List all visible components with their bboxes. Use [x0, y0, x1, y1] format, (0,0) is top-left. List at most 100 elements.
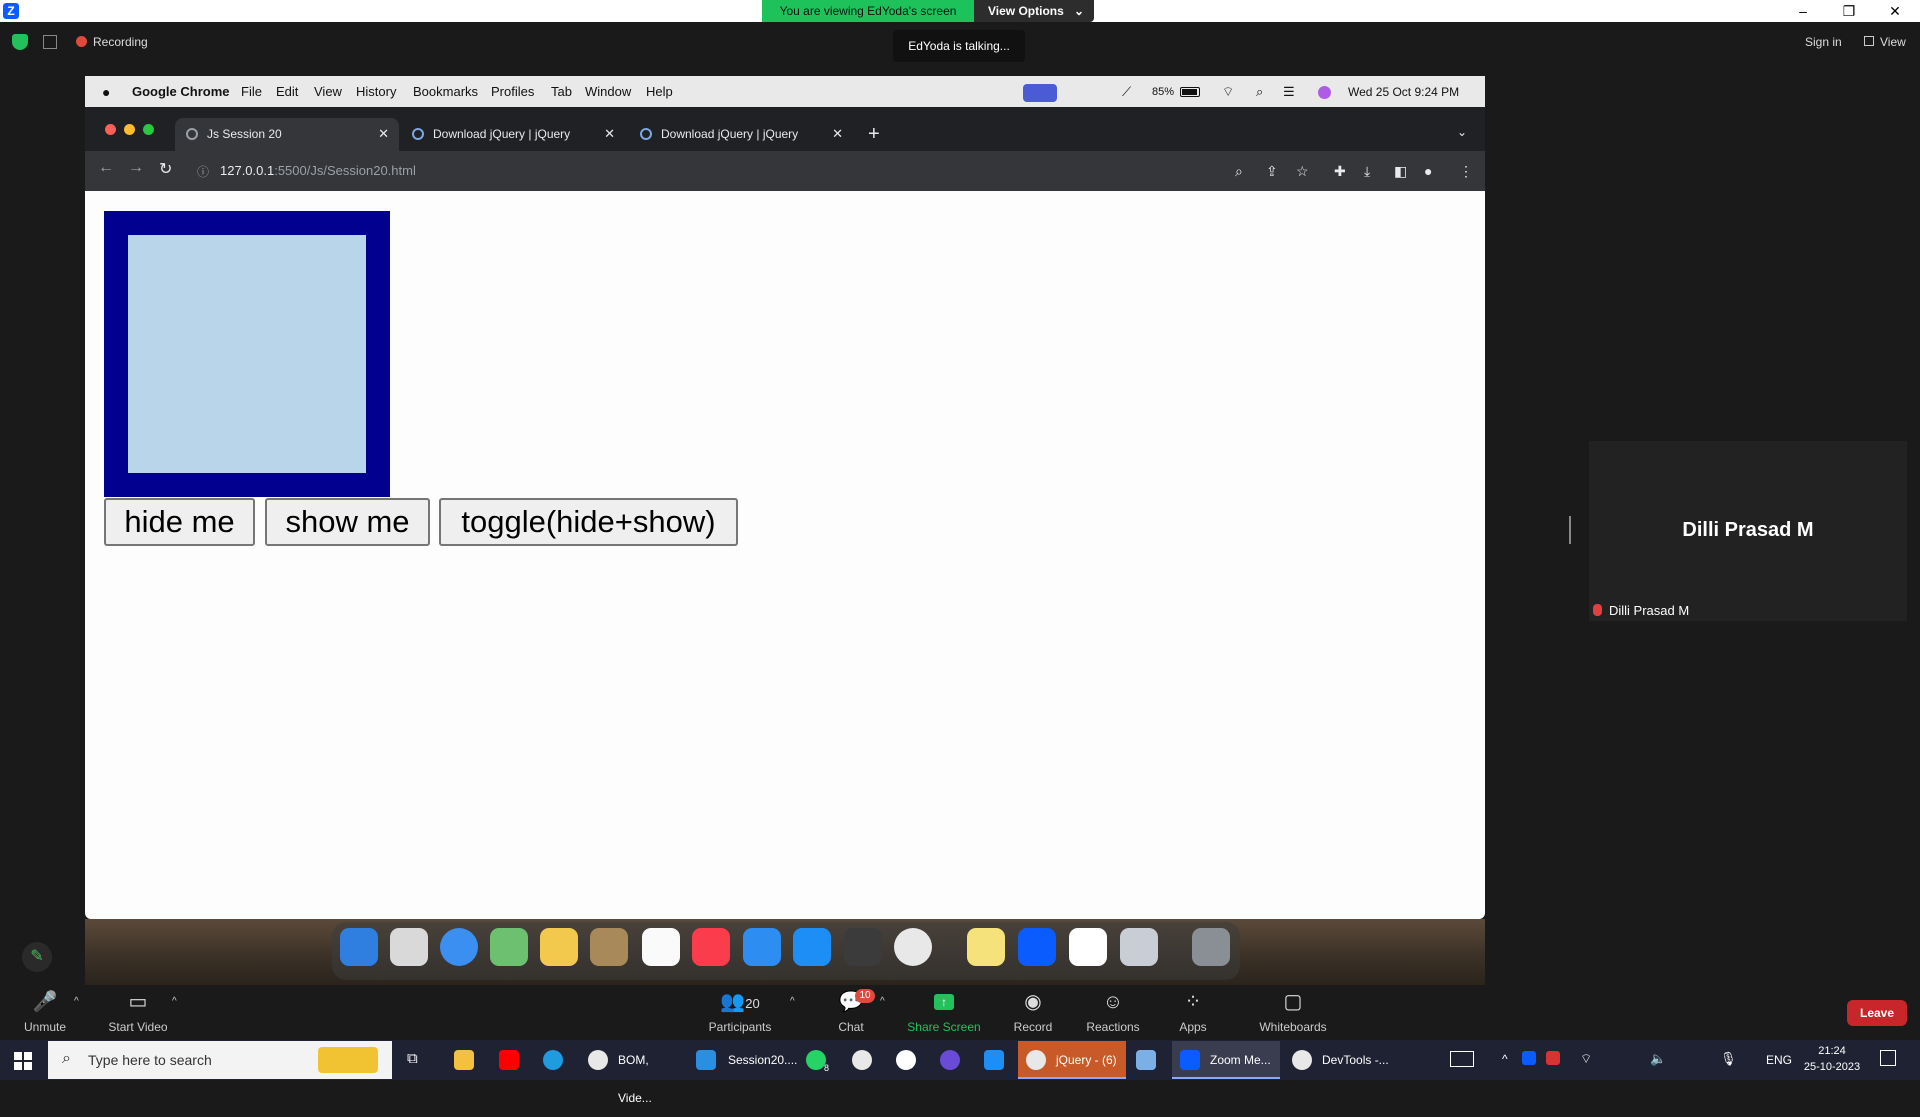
safari-icon[interactable]: [440, 928, 478, 966]
address-bar[interactable]: 127.0.0.1:5500/Js/Session20.html: [220, 163, 416, 178]
vscode-icon[interactable]: [1069, 928, 1107, 966]
zoom-app-icon[interactable]: [1018, 928, 1056, 966]
tab-close-icon[interactable]: ✕: [378, 126, 389, 142]
back-icon[interactable]: ←: [98, 159, 114, 177]
menu-edit[interactable]: Edit: [276, 84, 298, 99]
side-panel-icon[interactable]: ◧: [1394, 163, 1407, 180]
apple-icon[interactable]: ●: [102, 84, 110, 100]
siri-icon[interactable]: [1318, 86, 1331, 99]
finder-icon[interactable]: [340, 928, 378, 966]
minimize-icon[interactable]: –: [1780, 0, 1826, 22]
youtube-icon[interactable]: [499, 1050, 519, 1070]
whiteboards-button[interactable]: ▢ Whiteboards: [1243, 990, 1343, 1036]
close-icon[interactable]: ✕: [1872, 0, 1918, 22]
reload-icon[interactable]: ↻: [159, 159, 172, 179]
show-me-button[interactable]: show me: [265, 498, 430, 546]
file-explorer-icon[interactable]: [454, 1050, 474, 1070]
zoom-lens-icon[interactable]: ⌕: [1235, 163, 1243, 180]
edge-icon[interactable]: [543, 1050, 563, 1070]
sublime-icon[interactable]: [844, 928, 882, 966]
participants-options-icon[interactable]: ^: [790, 996, 795, 1007]
music-icon[interactable]: [692, 928, 730, 966]
notifications-icon[interactable]: [1880, 1050, 1896, 1066]
wifi-icon[interactable]: ⌔: [1222, 84, 1234, 100]
hide-me-button[interactable]: hide me: [104, 498, 255, 546]
windows-start-icon[interactable]: [14, 1052, 32, 1070]
video-options-icon[interactable]: ^: [172, 996, 177, 1007]
apps-button[interactable]: ⁘ Apps: [1153, 990, 1233, 1036]
unmute-button[interactable]: 🎤 Unmute: [5, 990, 85, 1036]
zoom-window-icon[interactable]: [143, 124, 154, 135]
shield-icon[interactable]: [12, 34, 28, 50]
maps-icon[interactable]: [490, 928, 528, 966]
bookmark-star-icon[interactable]: ☆: [1296, 163, 1309, 180]
control-center-icon[interactable]: ☰: [1283, 84, 1295, 100]
chrome-icon[interactable]: [852, 1050, 872, 1070]
menu-view[interactable]: View: [314, 84, 342, 99]
launchpad-icon[interactable]: [390, 928, 428, 966]
app-store-icon[interactable]: [793, 928, 831, 966]
preview-icon[interactable]: [1120, 928, 1158, 966]
minimize-window-icon[interactable]: [124, 124, 135, 135]
view-options-button[interactable]: View Options ⌄: [974, 0, 1094, 22]
keyboard-icon[interactable]: [1450, 1051, 1474, 1067]
notepad-icon[interactable]: [1136, 1050, 1156, 1070]
tray-mic-icon[interactable]: 🎙: [1720, 1051, 1737, 1067]
language-indicator[interactable]: ENG: [1766, 1053, 1792, 1067]
new-tab-icon[interactable]: +: [868, 123, 880, 146]
share-screen-button[interactable]: ↑ Share Screen: [904, 990, 984, 1036]
tab-search-icon[interactable]: ⌄: [1457, 125, 1467, 139]
mail-icon[interactable]: [984, 1050, 1004, 1070]
photos-icon[interactable]: [540, 928, 578, 966]
menu-tab[interactable]: Tab: [551, 84, 572, 99]
tab-jquery-1[interactable]: Download jQuery | jQuery ✕: [401, 118, 625, 151]
notes-icon[interactable]: [967, 928, 1005, 966]
audio-options-icon[interactable]: ^: [74, 996, 79, 1007]
more-menu-icon[interactable]: ⋮: [1459, 163, 1473, 180]
whatsapp-icon[interactable]: [806, 1050, 826, 1070]
chat-button[interactable]: 💬 Chat: [811, 990, 891, 1036]
annotate-pencil-icon[interactable]: ✎: [22, 942, 52, 972]
menu-app-name[interactable]: Google Chrome: [132, 84, 230, 99]
leave-button[interactable]: Leave: [1847, 1000, 1907, 1026]
site-info-icon[interactable]: ⓘ: [197, 163, 209, 180]
trash-icon[interactable]: [1192, 928, 1230, 966]
tray-chevron-icon[interactable]: ^: [1502, 1052, 1508, 1066]
tray-record-icon[interactable]: [1546, 1051, 1560, 1065]
task-view-icon[interactable]: ⧉: [407, 1050, 418, 1067]
reactions-button[interactable]: ☺ Reactions: [1073, 990, 1153, 1036]
menu-window[interactable]: Window: [585, 84, 631, 99]
chrome-icon[interactable]: [894, 928, 932, 966]
toggle-button[interactable]: toggle(hide+show): [439, 498, 738, 546]
menu-help[interactable]: Help: [646, 84, 673, 99]
restore-icon[interactable]: ❐: [1826, 0, 1872, 22]
view-button[interactable]: View: [1880, 35, 1906, 49]
tab-close-icon[interactable]: ✕: [604, 126, 615, 142]
tray-wifi-icon[interactable]: ⌔: [1580, 1051, 1592, 1067]
keynote-icon[interactable]: [743, 928, 781, 966]
screen-share-icon[interactable]: [1023, 84, 1057, 102]
assistant-icon[interactable]: [940, 1050, 960, 1070]
sign-in-button[interactable]: Sign in: [1805, 35, 1842, 49]
menu-bookmarks[interactable]: Bookmarks: [413, 84, 478, 99]
tray-volume-icon[interactable]: 🔈: [1650, 1051, 1666, 1067]
extensions-icon[interactable]: ✚: [1334, 163, 1346, 180]
search-icon[interactable]: ⌕: [1256, 84, 1263, 100]
menu-profiles[interactable]: Profiles: [491, 84, 534, 99]
tray-zoom-icon[interactable]: [1522, 1051, 1536, 1065]
chat-options-icon[interactable]: ^: [880, 996, 885, 1007]
taskbar-clock[interactable]: 21:24 25-10-2023: [1800, 1043, 1864, 1075]
github-icon[interactable]: [896, 1050, 916, 1070]
download-icon[interactable]: ⤓: [1364, 163, 1370, 180]
participants-button[interactable]: 👥20 Participants: [700, 990, 780, 1036]
panel-resize-handle[interactable]: [1569, 516, 1571, 544]
start-video-button[interactable]: ▭ Start Video: [98, 990, 178, 1036]
menu-history[interactable]: History: [356, 84, 396, 99]
share-icon[interactable]: ⇪: [1266, 163, 1278, 180]
menu-file[interactable]: File: [241, 84, 262, 99]
profile-icon[interactable]: ●: [1424, 163, 1432, 179]
tab-jquery-2[interactable]: Download jQuery | jQuery ✕: [629, 118, 853, 151]
forward-icon[interactable]: →: [128, 159, 144, 177]
tab-close-icon[interactable]: ✕: [832, 126, 843, 142]
tab-js-session[interactable]: Js Session 20 ✕: [175, 118, 399, 151]
